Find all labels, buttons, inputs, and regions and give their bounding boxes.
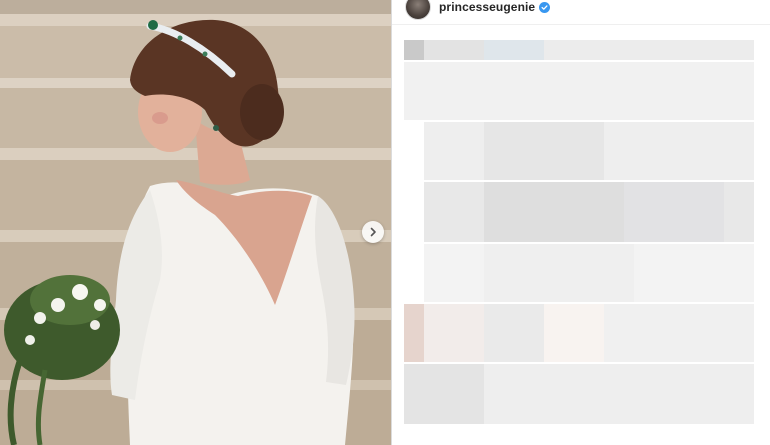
obscured-block (424, 304, 484, 362)
avatar[interactable] (405, 0, 431, 20)
obscured-block (544, 304, 604, 362)
carousel-next-button[interactable] (362, 221, 384, 243)
post-image (0, 0, 391, 445)
obscured-block (624, 182, 724, 242)
obscured-block (404, 62, 754, 120)
obscured-block (424, 40, 484, 60)
obscured-block (544, 40, 754, 60)
obscured-block (604, 304, 754, 362)
verified-badge-icon (539, 1, 551, 13)
obscured-block (404, 40, 424, 60)
obscured-block (484, 40, 544, 60)
obscured-comments-area (392, 40, 770, 440)
obscured-block (484, 122, 604, 180)
username-link[interactable]: princesseugenie (439, 0, 535, 14)
post-header: princesseugenie (392, 0, 770, 22)
chevron-right-icon (370, 227, 376, 237)
post-side-panel: princesseugenie (392, 0, 770, 445)
obscured-block (484, 244, 634, 302)
obscured-block (404, 364, 484, 424)
obscured-block (404, 304, 424, 362)
post-photo[interactable] (0, 0, 391, 445)
obscured-block (484, 182, 624, 242)
obscured-block (484, 304, 544, 362)
header-divider (392, 24, 770, 25)
